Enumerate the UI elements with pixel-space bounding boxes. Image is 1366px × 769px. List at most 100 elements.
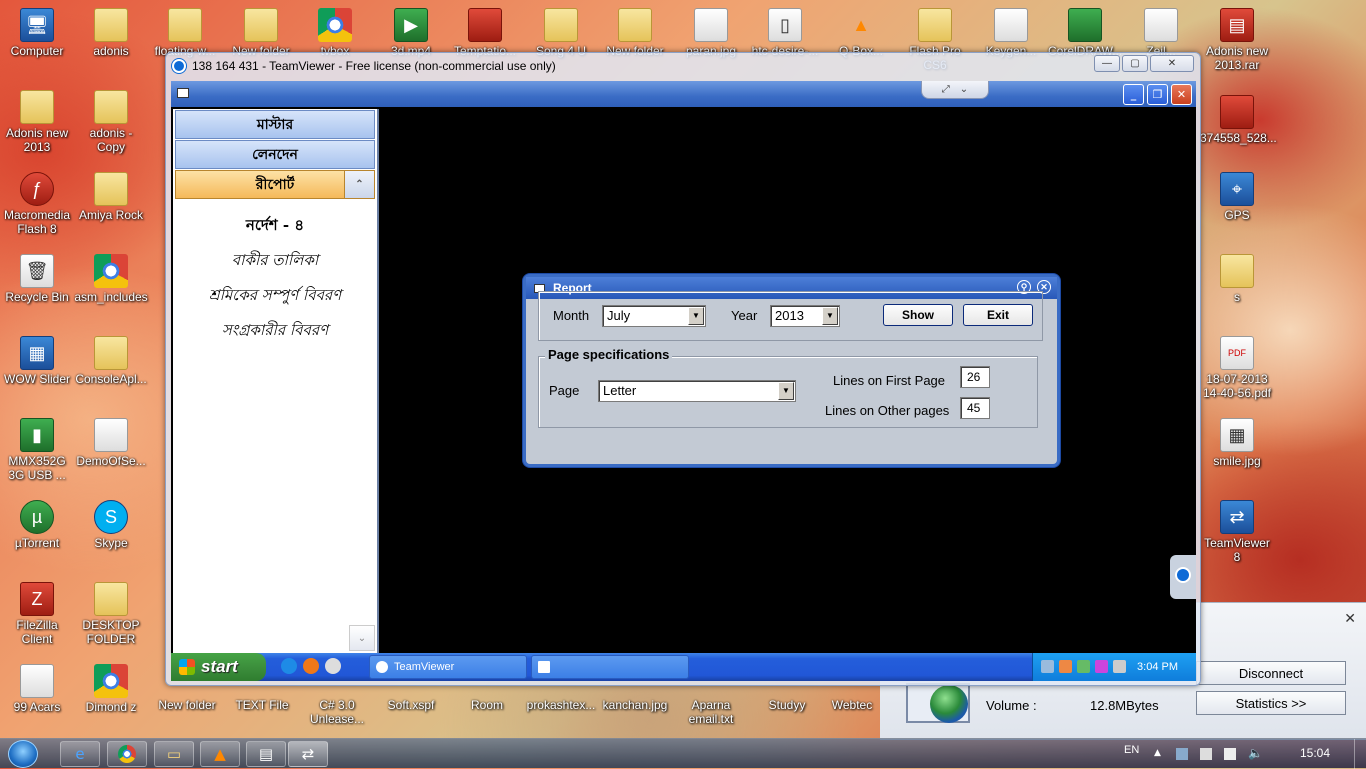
desktop-icon-zeil[interactable]: Zeil...: [1124, 8, 1198, 58]
desktop-icon-adonis-new-2013[interactable]: Adonis new 2013: [0, 90, 74, 154]
menu-transaction[interactable]: লেনদেন: [175, 140, 375, 169]
taskbar-teamviewer[interactable]: TeamViewer: [369, 655, 527, 679]
show-hidden-icons-icon[interactable]: ▲: [1154, 748, 1161, 758]
desktop-icon-wow-slider[interactable]: ▦ WOW Slider: [0, 336, 74, 386]
desktop-icon-qbox[interactable]: ▲ Q-Box...: [824, 8, 898, 58]
desktop-icon-kanchan[interactable]: kanchan.jpg: [598, 698, 672, 712]
menu-master[interactable]: মাস্টার: [175, 110, 375, 139]
tray-icon[interactable]: [1077, 660, 1090, 673]
app-icon[interactable]: [325, 658, 341, 674]
show-desktop-button[interactable]: [1354, 739, 1366, 769]
menu-item-collector-details[interactable]: সংগ্রকারীর বিবরণ: [173, 313, 377, 348]
desktop-icon-csharp[interactable]: C# 3.0 Unlease...: [300, 698, 374, 726]
desktop-icon-room[interactable]: Room: [450, 698, 524, 712]
teamviewer-icon[interactable]: ⇄: [288, 741, 328, 767]
statistics-button[interactable]: Statistics >>: [1196, 691, 1346, 715]
minimize-button[interactable]: —: [1094, 55, 1120, 72]
desktop-icon-teamviewer[interactable]: ⇄ TeamViewer 8: [1200, 500, 1274, 564]
desktop-icon-soft-xspf[interactable]: Soft.xspf: [374, 698, 448, 712]
close-button[interactable]: ✕: [1150, 55, 1194, 72]
month-select[interactable]: July ▼: [602, 305, 706, 327]
desktop-icon-webtec[interactable]: Webtec: [822, 698, 882, 712]
desktop-icon-amiya-rock[interactable]: Amiya Rock: [74, 172, 148, 222]
explorer-icon[interactable]: ▭: [154, 741, 194, 767]
desktop-icon-consoleapl[interactable]: ConsoleApl...: [74, 336, 148, 386]
desktop-icon-asm-includes[interactable]: asm_includes: [74, 254, 148, 304]
tray-icon[interactable]: [1059, 660, 1072, 673]
desktop-icon-keygen[interactable]: Keygen...: [974, 8, 1048, 58]
tray-icon[interactable]: [1095, 660, 1108, 673]
desktop-icon-text-file[interactable]: TEXT File: [225, 698, 299, 712]
tray-icon[interactable]: [1113, 660, 1126, 673]
desktop-icon-adonis[interactable]: adonis: [74, 8, 148, 58]
menu-item-worker-details[interactable]: শ্রমিকের সম্পুর্ণ বিবরণ: [173, 278, 377, 313]
tray-icon[interactable]: [1041, 660, 1054, 673]
firefox-icon[interactable]: [303, 658, 319, 674]
desktop-icon-99-acars[interactable]: 99 Acars: [0, 664, 74, 714]
desktop-icon-adonis-rar[interactable]: ▤ Adonis new 2013.rar: [1200, 8, 1274, 72]
scroll-down-button[interactable]: ⌄: [349, 625, 375, 651]
tray-icon[interactable]: [1176, 748, 1188, 760]
clock[interactable]: 15:04: [1300, 746, 1330, 760]
fullscreen-icon[interactable]: ⤢: [942, 84, 950, 95]
lines-other-input[interactable]: 45: [960, 397, 990, 419]
year-select[interactable]: 2013 ▼: [770, 305, 840, 327]
notepad-icon[interactable]: ▤: [246, 741, 286, 767]
desktop-icon-new-folder-bottom[interactable]: New folder: [150, 698, 224, 712]
ie-icon[interactable]: [281, 658, 297, 674]
desktop-icon-computer[interactable]: 🖥 Computer: [0, 8, 74, 58]
collapse-icon[interactable]: ⌃: [344, 171, 374, 198]
desktop-icon-desktop-folder[interactable]: DESKTOP FOLDER: [74, 582, 148, 646]
dropdown-arrow-icon[interactable]: ▼: [688, 307, 704, 325]
menu-item-due-list[interactable]: বাকীর তালিকা: [173, 243, 377, 278]
menu-report[interactable]: রীপোর্ট ⌃: [175, 170, 375, 199]
desktop-icon-new-folder-top[interactable]: New folder: [224, 8, 298, 58]
desktop-icon-flash[interactable]: ƒ Macromedia Flash 8: [0, 172, 74, 236]
desktop-icon-studyy[interactable]: Studyy: [750, 698, 824, 712]
vlc-icon[interactable]: ▲: [200, 741, 240, 767]
desktop-icon-smile[interactable]: ▦ smile.jpg: [1200, 418, 1274, 468]
desktop-icon-s[interactable]: s: [1200, 254, 1274, 304]
teamviewer-toolbar-tab[interactable]: ⤢ ⌄: [921, 81, 989, 99]
app-close-button[interactable]: ✕: [1171, 84, 1192, 105]
desktop-icon-htc[interactable]: ▯ htc-desire-...: [748, 8, 822, 58]
desktop-icon-skype[interactable]: S Skype: [74, 500, 148, 550]
maximize-button[interactable]: ▢: [1122, 55, 1148, 72]
network-icon[interactable]: [1200, 748, 1212, 760]
desktop-icon-new-folder-2[interactable]: New folder: [598, 8, 672, 58]
desktop-icon-adonis-copy[interactable]: adonis - Copy: [74, 90, 148, 154]
desktop-icon-recycle-bin[interactable]: 🗑 Recycle Bin: [0, 254, 74, 304]
start-button[interactable]: start: [171, 653, 266, 681]
teamviewer-titlebar[interactable]: 138 164 431 - TeamViewer - Free license …: [166, 53, 1200, 79]
desktop-icon-temptatio[interactable]: Temptatio...: [448, 8, 522, 58]
teamviewer-side-tab[interactable]: [1170, 555, 1196, 599]
lines-first-input[interactable]: 26: [960, 366, 990, 388]
desktop-icon-374558[interactable]: 374558_528...: [1200, 95, 1277, 145]
desktop-icon-floating[interactable]: floating-w...: [148, 8, 222, 58]
desktop-icon-gps[interactable]: ⌖ GPS: [1200, 172, 1274, 222]
remote-desktop[interactable]: _ ❐ ✕ ⤢ ⌄ মাস্টার লেনদেন রীপোর্ট ⌃ নর্দে…: [171, 81, 1196, 681]
ie-icon[interactable]: e: [60, 741, 100, 767]
app-restore-button[interactable]: ❐: [1147, 84, 1168, 105]
chevron-down-icon[interactable]: ⌄: [960, 84, 968, 95]
dropdown-arrow-icon[interactable]: ▼: [822, 307, 838, 325]
desktop-icon-utorrent[interactable]: µ µTorrent: [0, 500, 74, 550]
page-select[interactable]: Letter ▼: [598, 380, 796, 402]
desktop-icon-paran[interactable]: paran.jpg: [674, 8, 748, 58]
power-icon[interactable]: [1224, 748, 1236, 760]
language-indicator[interactable]: EN: [1124, 744, 1139, 756]
close-icon[interactable]: ✕: [1344, 611, 1356, 627]
taskbar-app[interactable]: [531, 655, 689, 679]
exit-button[interactable]: Exit: [963, 304, 1033, 326]
desktop-icon-prokashtex[interactable]: prokashtex...: [524, 698, 598, 712]
desktop-icon-demoofse[interactable]: DemoOfSe...: [74, 418, 148, 468]
desktop-icon-tvbox[interactable]: tvbox: [298, 8, 372, 58]
dropdown-arrow-icon[interactable]: ▼: [778, 382, 794, 400]
app-minimize-button[interactable]: _: [1123, 84, 1144, 105]
desktop-icon-mmx[interactable]: ▮ MMX352G 3G USB ...: [0, 418, 74, 482]
desktop-icon-filezilla[interactable]: Z FileZilla Client: [0, 582, 74, 646]
disconnect-button[interactable]: Disconnect: [1196, 661, 1346, 685]
desktop-icon-coreldraw[interactable]: CorelDRAW...: [1048, 8, 1122, 58]
desktop-icon-pdf[interactable]: PDF 18-07-2013 14-40-56.pdf: [1198, 336, 1276, 400]
desktop-icon-3d-mp4[interactable]: ▶ 3d.mp4: [374, 8, 448, 58]
